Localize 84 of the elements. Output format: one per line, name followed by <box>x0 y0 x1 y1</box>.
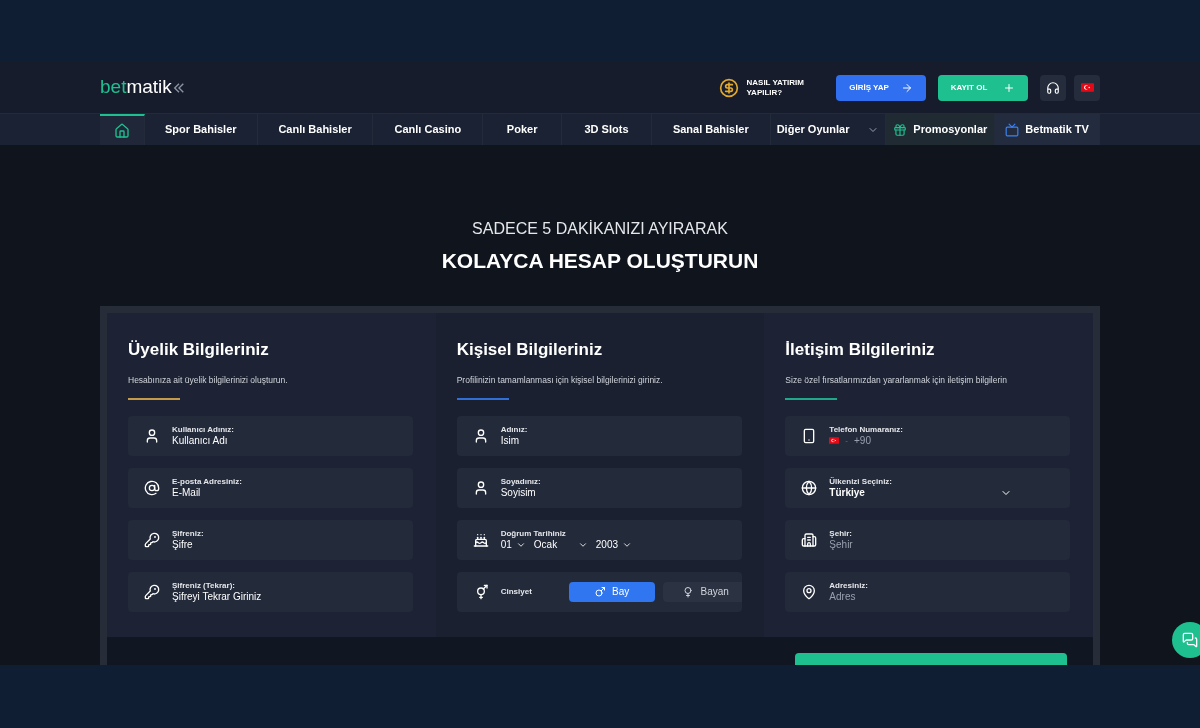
form-field[interactable]: Cinsiyet Bay Bayan <box>456 571 742 612</box>
form-field[interactable]: E-posta Adresiniz: E-Mail <box>128 467 413 508</box>
arrow-right-icon <box>900 81 913 94</box>
text-input[interactable]: Şehir <box>829 538 1030 551</box>
select-value: Türkiye <box>829 486 865 499</box>
flag-icon <box>829 437 840 445</box>
plus-icon <box>1003 81 1016 94</box>
home-icon <box>113 122 130 139</box>
key-icon <box>144 531 160 548</box>
globe-icon <box>801 479 818 496</box>
login-button[interactable]: GİRİŞ YAP <box>836 74 926 101</box>
chat-button[interactable] <box>1172 622 1200 658</box>
form-field[interactable]: Şifreniz: Şifre <box>128 519 413 560</box>
text-input[interactable]: Şifreyi Tekrar Giriniz <box>172 590 372 603</box>
field-label: Doğrum Tarihiniz <box>500 528 567 539</box>
section-title: Üyelik Bilgileriniz <box>128 338 270 361</box>
text-input[interactable]: Şifre <box>172 538 372 551</box>
at-sign-icon <box>144 479 160 496</box>
tv-icon <box>1005 122 1020 137</box>
separator: - <box>845 435 848 446</box>
nav-tab[interactable]: Canlı Casino <box>373 114 484 145</box>
field-label: Cinsiyet <box>500 585 533 598</box>
field-label: Ülkenizi Seçiniz: <box>829 476 894 487</box>
date-select[interactable]: 01 <box>500 538 526 551</box>
form-field[interactable]: Kullanıcı Adınız: Kullanıcı Adı <box>128 415 413 456</box>
form-field[interactable]: Şifreniz (Tekrar): Şifreyi Tekrar Giriniz <box>128 571 413 612</box>
map-pin-icon <box>801 583 818 600</box>
field-label: E-posta Adresiniz: <box>172 476 243 487</box>
headphones-icon <box>1046 80 1060 95</box>
date-select[interactable]: Ocak <box>533 538 588 551</box>
hero-title: KOLAYCA HESAP OLUŞTURUN <box>441 248 759 274</box>
coin-icon <box>718 77 739 98</box>
field-label: Kullanıcı Adınız: <box>172 424 235 435</box>
field-label: Şehir: <box>829 528 853 539</box>
text-input[interactable]: E-Mail <box>172 486 372 499</box>
nav-tab[interactable]: Betmatik TV <box>995 114 1100 145</box>
logo[interactable]: betmatik <box>100 73 172 102</box>
deposit-help-link[interactable]: NASIL YATIRIM YAPILIR? <box>746 77 804 98</box>
form-field[interactable]: Şehir: Şehir <box>785 519 1071 560</box>
text-input[interactable]: Kullanıcı Adı <box>172 434 372 447</box>
gender-option[interactable]: Bayan <box>662 581 742 602</box>
gift-icon <box>893 122 908 137</box>
nav-tab[interactable]: Spor Bahisler <box>144 114 258 145</box>
field-label: Soyadınız: <box>500 476 542 487</box>
male-icon <box>594 585 607 598</box>
nav-tab[interactable]: Canlı Bahisler <box>257 114 374 145</box>
text-input[interactable]: Soyisim <box>500 486 701 499</box>
section-subtitle: Size özel fırsatlarımızdan yararlanmak için iletişim bilgilerin <box>785 374 1008 387</box>
key-icon <box>144 583 160 600</box>
section-subtitle: Profilinizin tamamlanması için kişisel bilgilerinizi giriniz. <box>456 374 664 387</box>
building-icon <box>801 531 818 548</box>
form-field[interactable]: Telefon Numaranız: - +90 <box>785 415 1071 456</box>
language-button[interactable] <box>1074 74 1100 101</box>
field-label: Şifreniz (Tekrar): <box>172 580 236 591</box>
chevrons-icon <box>172 81 185 94</box>
text-input[interactable]: Isim <box>500 434 701 447</box>
nav-tab[interactable]: 3D Slots <box>562 114 652 145</box>
field-label: Adınız: <box>500 424 529 435</box>
field-label: Adresiniz: <box>829 580 869 591</box>
date-select[interactable]: 2003 <box>595 538 633 551</box>
form-field[interactable]: Adınız: Isim <box>456 415 742 456</box>
gender-option[interactable]: Bay <box>568 581 655 602</box>
hero-kicker: SADECE 5 DAKİKANIZI AYIRARAK <box>472 219 728 239</box>
form-field[interactable]: Soyadınız: Soyisim <box>456 467 742 508</box>
section-title: İletişim Bilgileriniz <box>785 338 936 361</box>
nav-tab[interactable]: Poker <box>483 114 563 145</box>
phone-input[interactable]: +90 <box>854 434 1004 447</box>
form-field[interactable]: Adresiniz: Adres <box>785 571 1071 612</box>
cake-icon <box>472 531 489 548</box>
chat-icon <box>1182 632 1198 648</box>
text-input[interactable]: Adres <box>829 590 1030 603</box>
section-subtitle: Hesabınıza ait üyelik bilgilerinizi oluşturun. <box>128 374 289 387</box>
form-field[interactable]: Doğrum Tarihiniz 01 Ocak 2003 <box>456 519 742 560</box>
section-title: Kişisel Bilgileriniz <box>456 338 604 361</box>
nav-tab[interactable]: Sanal Bahisler <box>651 114 771 145</box>
flag-icon <box>1080 83 1094 92</box>
home-tab[interactable] <box>100 114 145 145</box>
support-button[interactable] <box>1040 74 1066 101</box>
form-field[interactable]: Ülkenizi Seçiniz: Türkiye <box>785 467 1071 508</box>
field-label: Şifreniz: <box>172 528 205 539</box>
female-icon <box>682 585 695 598</box>
field-label: Telefon Numaranız: <box>829 424 904 435</box>
nav-tab[interactable]: Promosyonlar <box>886 114 996 145</box>
user-icon <box>144 427 160 444</box>
